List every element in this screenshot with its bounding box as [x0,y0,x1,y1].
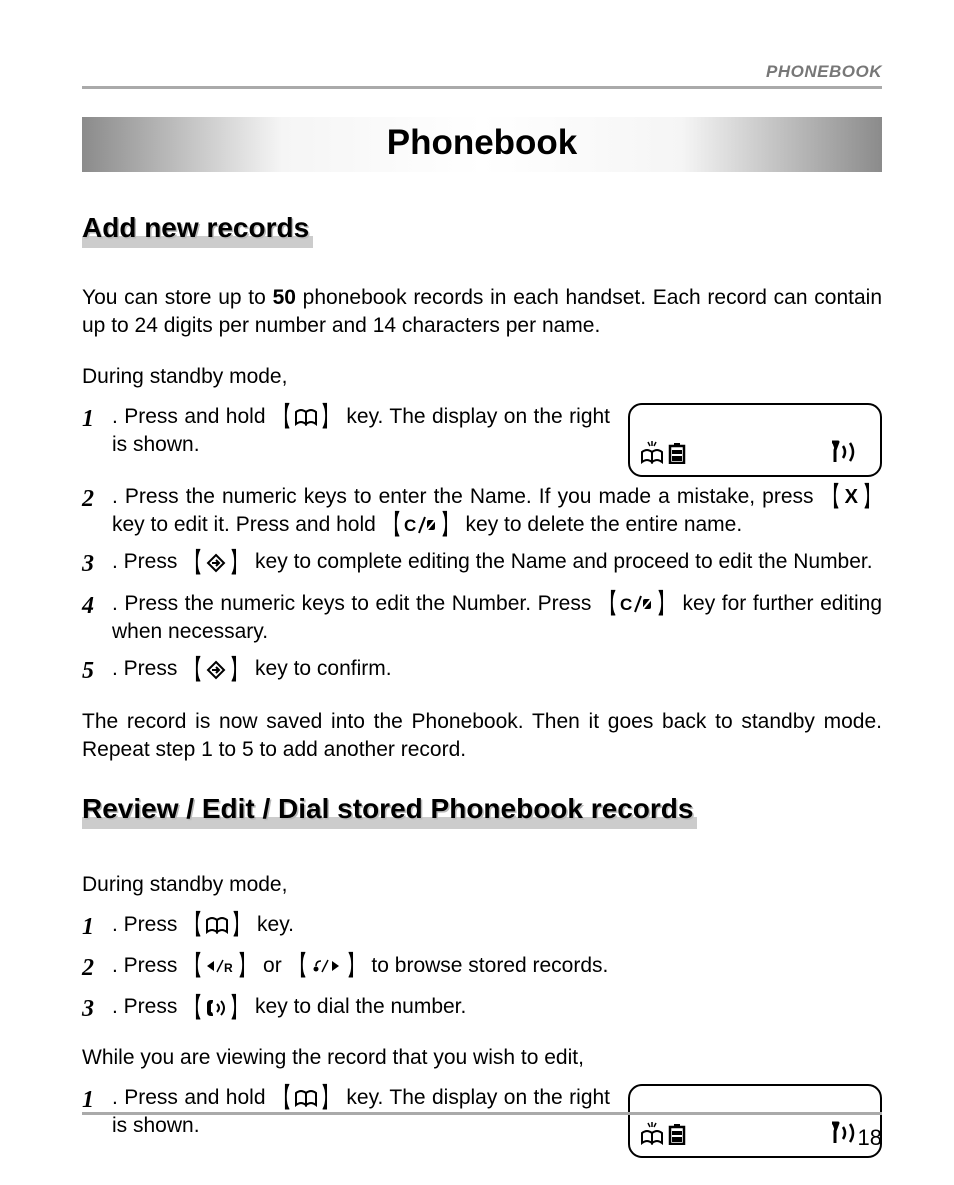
section-add-new-records: Add new records You can store up to 50 p… [82,208,882,765]
c-mute-key-icon: 【 C 】 [382,514,460,536]
section-heading: Add new records [82,208,313,248]
left-redial-key-icon: 【 R 】 [183,955,257,977]
step-3: 3 . Press 【 】 key to dial the number. [82,993,882,1025]
step-2: 2 . Press the numeric keys to enter the … [82,483,882,540]
step-4: 4 . Press the numeric keys to edit the N… [82,590,882,647]
antenna-signal-icon [828,438,870,469]
c-mute-key-icon: 【 C 】 [598,593,676,615]
svg-text:R: R [224,961,233,974]
page-number: 18 [858,1125,882,1151]
phonebook-battery-icon [640,438,694,469]
top-rule [82,86,882,89]
page-title-bar: Phonebook [82,117,882,172]
step-1: 1 . Press and hold 【 】 key. The display … [82,403,610,460]
step-2: 2 . Press 【 R 】 or 【 】 to browse stored … [82,952,882,984]
step-1: 1 . Press 【 】 key. [82,911,882,943]
svg-text:C: C [404,516,416,534]
running-header: PHONEBOOK [82,62,882,82]
manual-page: PHONEBOOK Phonebook Add new records You … [0,0,954,1185]
step-3: 3 . Press 【 】 key to complete editing th… [82,548,882,580]
steps-list-1b: 2 . Press the numeric keys to enter the … [82,483,882,688]
lcd-preview-1 [628,403,882,477]
section-review-edit-dial: Review / Edit / Dial stored Phonebook re… [82,789,882,1164]
phonebook-key-icon: 【 】 [272,406,340,428]
step-5: 5 . Press 【 】 key to confirm. [82,655,882,687]
intro-text: You can store up to 50 phonebook records… [82,284,882,341]
enter-key-icon: 【 】 [183,552,249,574]
phonebook-key-icon: 【 】 [272,1087,340,1109]
standby-label: During standby mode, [82,365,882,389]
x-key-icon: 【X】 [821,486,882,508]
right-flash-key-icon: 【 】 [288,955,366,977]
section-heading: Review / Edit / Dial stored Phonebook re… [82,789,697,829]
enter-key-icon: 【 】 [183,659,249,681]
outro-text: The record is now saved into the Phonebo… [82,708,882,765]
svg-text:C: C [620,595,632,613]
bottom-rule [82,1112,882,1115]
phonebook-key-icon: 【 】 [183,914,251,936]
standby-label: During standby mode, [82,873,882,897]
steps-list-2: 1 . Press 【 】 key. 2 . Press 【 R 】 or 【 … [82,911,882,1026]
talk-key-icon: 【 】 [183,997,249,1019]
phonebook-battery-icon [640,1119,694,1150]
lcd-preview-2 [628,1084,882,1158]
viewing-label: While you are viewing the record that yo… [82,1046,882,1070]
